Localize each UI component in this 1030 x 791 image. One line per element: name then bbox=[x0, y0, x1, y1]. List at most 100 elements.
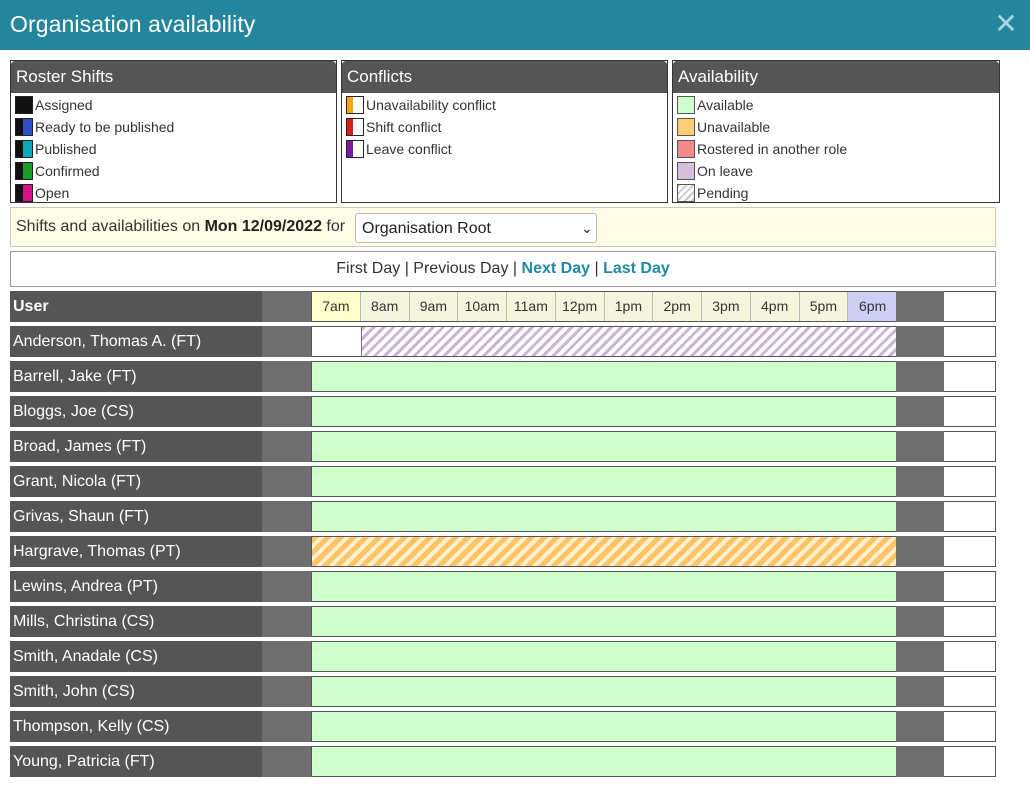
availability-bar-available[interactable] bbox=[312, 712, 897, 741]
user-timeline[interactable] bbox=[311, 571, 897, 602]
pre-hours-cell bbox=[262, 291, 311, 322]
user-name[interactable]: Young, Patricia (FT) bbox=[10, 746, 262, 777]
next-day-link[interactable]: Next Day bbox=[522, 260, 590, 277]
user-column-header: User bbox=[10, 291, 262, 322]
table-row: Smith, Anadale (CS) bbox=[10, 641, 996, 672]
pre-hours-cell bbox=[262, 571, 311, 602]
availability-bar-available[interactable] bbox=[312, 502, 897, 531]
hour-label-6pm: 6pm bbox=[848, 292, 897, 321]
table-row: Grant, Nicola (FT) bbox=[10, 466, 996, 497]
user-timeline[interactable] bbox=[311, 431, 897, 462]
user-name[interactable]: Barrell, Jake (FT) bbox=[10, 361, 262, 392]
post-hours-cell bbox=[896, 396, 944, 427]
dialog-title: Organisation availability bbox=[10, 11, 256, 37]
grid-header-row: User 7am 8am 9am 10am 11am 12pm 1pm 2pm 3pm 4pm 5p… bbox=[10, 291, 996, 322]
availability-bar-available[interactable] bbox=[312, 607, 897, 636]
user-name[interactable]: Lewins, Andrea (PT) bbox=[10, 571, 262, 602]
post-hours-cell bbox=[896, 641, 944, 672]
end-cell bbox=[944, 361, 996, 392]
table-row: Broad, James (FT) bbox=[10, 431, 996, 462]
availability-bar-available[interactable] bbox=[312, 677, 897, 706]
post-hours-cell bbox=[896, 746, 944, 777]
user-name[interactable]: Anderson, Thomas A. (FT) bbox=[10, 326, 262, 357]
availability-bar-available[interactable] bbox=[312, 467, 897, 496]
pre-hours-cell bbox=[262, 746, 311, 777]
hour-label-7am: 7am bbox=[312, 292, 361, 321]
availability-bar-available[interactable] bbox=[312, 397, 897, 426]
availability-bar-available[interactable] bbox=[312, 432, 897, 461]
user-timeline[interactable] bbox=[311, 326, 897, 357]
nav-separator: | bbox=[404, 260, 409, 277]
legend-availability: Availability Available Unavailable Rostere… bbox=[672, 60, 1000, 203]
user-timeline[interactable] bbox=[311, 676, 897, 707]
legend-label: Pending bbox=[697, 185, 749, 201]
user-name[interactable]: Grant, Nicola (FT) bbox=[10, 466, 262, 497]
legend-swatch bbox=[15, 96, 33, 114]
first-day-link[interactable]: First Day bbox=[336, 260, 400, 277]
user-name[interactable]: Mills, Christina (CS) bbox=[10, 606, 262, 637]
hour-label-10am: 10am bbox=[458, 292, 507, 321]
user-name[interactable]: Bloggs, Joe (CS) bbox=[10, 396, 262, 427]
table-row: Lewins, Andrea (PT) bbox=[10, 571, 996, 602]
legend-roster-shifts: Roster Shifts Assigned Ready to be publis… bbox=[10, 60, 337, 203]
legend-heading: Availability bbox=[673, 61, 999, 93]
nav-separator: | bbox=[594, 260, 599, 277]
legend-label: On leave bbox=[697, 163, 754, 179]
availability-bar-on-leave[interactable] bbox=[360, 327, 897, 356]
user-timeline[interactable] bbox=[311, 746, 897, 777]
user-name[interactable]: Grivas, Shaun (FT) bbox=[10, 501, 262, 532]
post-hours-cell bbox=[896, 466, 944, 497]
user-timeline[interactable] bbox=[311, 501, 897, 532]
end-cell bbox=[944, 641, 996, 672]
pre-hours-cell bbox=[262, 361, 311, 392]
pre-hours-cell bbox=[262, 431, 311, 462]
hour-header: 7am 8am 9am 10am 11am 12pm 1pm 2pm 3pm 4pm 5pm 6pm bbox=[311, 291, 897, 322]
legend-label: Open bbox=[35, 185, 70, 201]
legend-heading: Roster Shifts bbox=[11, 61, 336, 93]
end-cell bbox=[944, 431, 996, 462]
user-name[interactable]: Hargrave, Thomas (PT) bbox=[10, 536, 262, 567]
post-hours-cell bbox=[896, 711, 944, 742]
user-timeline[interactable] bbox=[311, 396, 897, 427]
legend-label: Shift conflict bbox=[366, 119, 442, 135]
legend-swatch bbox=[346, 96, 364, 114]
user-name[interactable]: Smith, Anadale (CS) bbox=[10, 641, 262, 672]
user-timeline[interactable] bbox=[311, 361, 897, 392]
user-timeline[interactable] bbox=[311, 466, 897, 497]
legend-label: Ready to be published bbox=[35, 119, 175, 135]
day-navigation: First Day | Previous Day | Next Day | La… bbox=[10, 251, 996, 287]
end-cell bbox=[944, 501, 996, 532]
last-day-link[interactable]: Last Day bbox=[603, 260, 670, 277]
end-cell bbox=[944, 746, 996, 777]
legend-item-ready-to-be-published: Ready to be published bbox=[15, 118, 174, 136]
nav-separator: | bbox=[512, 260, 518, 277]
table-row: Thompson, Kelly (CS) bbox=[10, 711, 996, 742]
pre-hours-cell bbox=[262, 396, 311, 427]
hour-label-5pm: 5pm bbox=[800, 292, 849, 321]
availability-bar-available[interactable] bbox=[312, 362, 897, 391]
legend-item-rostered-in-another-role: Rostered in another role bbox=[677, 140, 847, 158]
table-row: Anderson, Thomas A. (FT) bbox=[10, 326, 996, 357]
user-timeline[interactable] bbox=[311, 641, 897, 672]
user-timeline[interactable] bbox=[311, 711, 897, 742]
close-icon[interactable]: ✕ bbox=[994, 10, 1018, 38]
availability-bar-available[interactable] bbox=[312, 642, 897, 671]
legend-label: Confirmed bbox=[35, 163, 100, 179]
organisation-select[interactable]: Organisation Root bbox=[355, 213, 597, 243]
pre-hours-cell bbox=[262, 676, 311, 707]
table-row: Barrell, Jake (FT) bbox=[10, 361, 996, 392]
user-name[interactable]: Thompson, Kelly (CS) bbox=[10, 711, 262, 742]
end-cell bbox=[944, 711, 996, 742]
user-name[interactable]: Smith, John (CS) bbox=[10, 676, 262, 707]
info-for-label: for bbox=[326, 218, 346, 235]
hour-label-4pm: 4pm bbox=[751, 292, 800, 321]
user-name[interactable]: Broad, James (FT) bbox=[10, 431, 262, 462]
previous-day-link[interactable]: Previous Day bbox=[413, 260, 508, 277]
user-timeline[interactable] bbox=[311, 536, 897, 567]
user-timeline[interactable] bbox=[311, 606, 897, 637]
post-hours-cell bbox=[896, 571, 944, 602]
info-date: Mon 12/09/2022 bbox=[204, 218, 322, 235]
availability-bar-available[interactable] bbox=[312, 572, 897, 601]
availability-bar-available[interactable] bbox=[312, 747, 897, 776]
availability-bar-unavailable[interactable] bbox=[312, 537, 897, 566]
